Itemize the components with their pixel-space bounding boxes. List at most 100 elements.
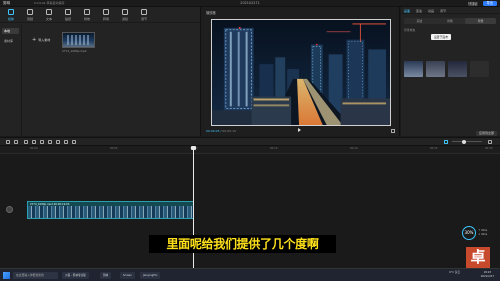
track-visibility-icon[interactable]: [6, 206, 13, 213]
tool-audio[interactable]: 音频: [21, 7, 39, 23]
ruler-tick: 00:00: [30, 147, 38, 150]
tool-filter[interactable]: 滤镜: [116, 7, 134, 23]
subtab-basic[interactable]: 基础: [404, 18, 435, 24]
tool-label: 媒体: [7, 16, 14, 21]
background-options: [404, 61, 489, 77]
text-icon: [46, 9, 52, 16]
project-title: 202102271: [240, 1, 260, 5]
freeze-icon[interactable]: [40, 140, 44, 144]
taskbar-search[interactable]: 在这里输入你要搜索的: [13, 272, 58, 279]
media-panel: 媒体 音频 文本 贴纸 特效 转场 滤镜 调节 本地 素材库 + 导入素材 27…: [0, 7, 200, 136]
tool-label: 转场: [102, 16, 109, 21]
audio-icon: [27, 9, 33, 16]
video-preview: [211, 19, 391, 126]
shortcut-button[interactable]: 快捷键: [468, 1, 478, 6]
system-clock: 18:23 2021/2/27: [481, 271, 494, 278]
background-option[interactable]: [470, 61, 489, 77]
properties-tabs: 画面 变速 动画 调节: [401, 7, 500, 14]
magnet-icon[interactable]: [444, 140, 448, 144]
download-speed: ↓ 0K/s: [478, 232, 488, 236]
total-duration: 00:00:19: [222, 129, 236, 133]
redo-icon[interactable]: [14, 140, 18, 144]
plus-icon: +: [32, 36, 37, 43]
adjust-icon: [141, 9, 147, 16]
clip-label: 2774_1080p.mp4 00:00:19:03: [30, 203, 70, 206]
properties-subtabs: 基础 抠像 背景: [404, 18, 497, 24]
current-time: 00:00:05: [206, 129, 220, 133]
tool-label: 特效: [83, 16, 90, 21]
tooltip: 设置于画布: [431, 34, 451, 40]
tool-label: 调节: [140, 16, 147, 21]
background-option[interactable]: [404, 61, 423, 77]
subtab-keying[interactable]: 抠像: [435, 18, 466, 24]
delete-icon[interactable]: [32, 140, 36, 144]
start-icon[interactable]: [3, 272, 10, 279]
media-toolbar: 媒体 音频 文本 贴纸 特效 转场 滤镜 调节: [0, 7, 200, 23]
tab-animation[interactable]: 动画: [428, 9, 434, 13]
subtab-background[interactable]: 背景: [465, 18, 497, 24]
undo-icon[interactable]: [6, 140, 10, 144]
ruler-tick: 00:15: [270, 147, 278, 150]
ruler-tick: 00:30: [485, 147, 493, 150]
speed-percent: 30%: [462, 226, 476, 240]
rotate-icon[interactable]: [64, 140, 68, 144]
taskbar-app[interactable]: 剪映: [100, 272, 112, 279]
background-option[interactable]: [448, 61, 467, 77]
media-sidenav: 本地 素材库: [0, 24, 22, 136]
tool-effects[interactable]: 特效: [78, 7, 96, 23]
split-icon[interactable]: [24, 140, 28, 144]
zoom-fit-icon[interactable]: [488, 140, 492, 144]
tool-label: 音频: [26, 16, 33, 21]
reverse-icon[interactable]: [48, 140, 52, 144]
player-controls: 00:00:05 / 00:00:19: [201, 127, 401, 136]
sidenav-item-library[interactable]: 素材库: [2, 38, 19, 44]
clock-date: 2021/2/27: [480, 274, 494, 278]
tool-adjust[interactable]: 调节: [135, 7, 153, 23]
tool-transition[interactable]: 转场: [97, 7, 115, 23]
weather-status: 6°C 多云: [449, 271, 460, 274]
play-icon[interactable]: [298, 128, 301, 132]
background-option[interactable]: [426, 61, 445, 77]
zoom-knob[interactable]: [462, 139, 466, 144]
network-speed-widget: 30% ↑ 0K/s ↓ 0K/s: [462, 226, 493, 240]
taskbar-app[interactable]: 沙霸 - 剪映专业版: [62, 272, 89, 279]
import-button[interactable]: + 导入素材: [32, 36, 50, 43]
filter-icon: [122, 9, 128, 16]
title-bar: 剪映 0:24:44 草稿自动保存 202102271 快捷键 导出: [0, 0, 500, 7]
fullscreen-icon[interactable]: [391, 129, 395, 133]
media-thumbnail[interactable]: [62, 32, 95, 48]
ruler-tick: 00:25: [430, 147, 438, 150]
ruler-tick: 00:20: [350, 147, 358, 150]
crop-icon[interactable]: [72, 140, 76, 144]
tool-text[interactable]: 文本: [40, 7, 58, 23]
zoom-slider[interactable]: [452, 139, 482, 144]
taskbar-app[interactable]: Screen: [120, 272, 135, 279]
ruler-tick: 00:05: [110, 147, 118, 150]
tab-adjust[interactable]: 调节: [440, 9, 446, 13]
timeline-toolbar: [0, 137, 500, 146]
apply-all-button[interactable]: 应用到全部: [475, 131, 497, 136]
properties-panel: 画面 变速 动画 调节 基础 抠像 背景 背景填充 设置于画布 应用到全部: [401, 7, 500, 136]
video-clip[interactable]: 2774_1080p.mp4 00:00:19:03: [27, 201, 194, 219]
taskbar: 在这里输入你要搜索的 沙霸 - 剪映专业版 剪映 Screen Jianying…: [0, 268, 500, 281]
channel-logo: 卓: [466, 247, 490, 268]
background-fill-label: 背景填充: [404, 28, 416, 32]
subtitle-caption: 里面呢给我们提供了几个度啊: [149, 235, 336, 253]
tool-label: 文本: [45, 16, 52, 21]
export-button[interactable]: 导出: [482, 1, 497, 6]
sidenav-item-local[interactable]: 本地: [2, 28, 19, 34]
tab-speed[interactable]: 变速: [416, 9, 422, 13]
timeline-ruler[interactable]: 00:00 00:05 00:10 00:15 00:20 00:25 00:3…: [0, 146, 500, 154]
tool-media[interactable]: 媒体: [2, 7, 20, 23]
tool-sticker[interactable]: 贴纸: [59, 7, 77, 23]
import-label: 导入素材: [38, 37, 51, 42]
sticker-icon: [65, 9, 71, 16]
mirror-icon[interactable]: [56, 140, 60, 144]
speed-readout: ↑ 0K/s ↓ 0K/s: [478, 228, 487, 236]
clip-frames: [28, 206, 193, 218]
tool-label: 贴纸: [64, 16, 71, 21]
taskbar-app[interactable]: JianyingPro: [140, 272, 161, 279]
tab-picture[interactable]: 画面: [404, 9, 410, 13]
media-icon: [8, 9, 14, 16]
media-clip-name: 2774_1080p.mp4: [62, 49, 87, 53]
